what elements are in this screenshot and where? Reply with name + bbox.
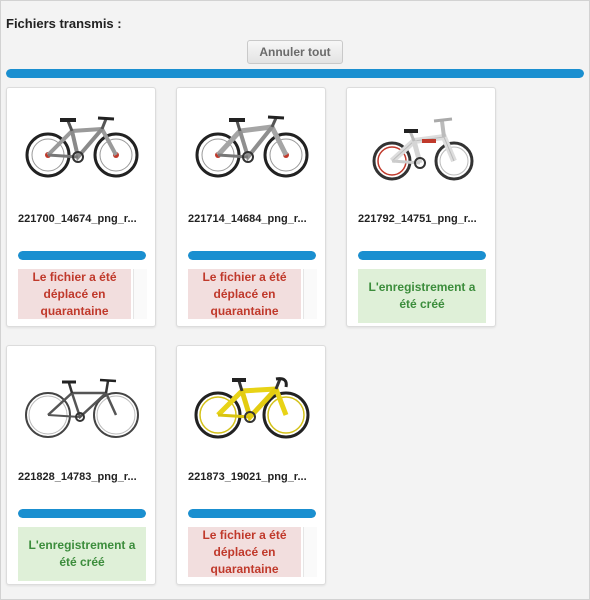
- global-progress-bar: [6, 69, 584, 78]
- file-name: 221828_14783_png_r...: [18, 471, 137, 483]
- global-progress-fill: [6, 69, 584, 78]
- file-progress-bar: [188, 509, 316, 518]
- file-card: 221714_14684_png_r... Le fichier a été d…: [176, 87, 326, 327]
- cancel-all-button[interactable]: Annuler tout: [247, 40, 343, 64]
- mountain-bike-gray-icon: [182, 94, 322, 204]
- file-card: 221828_14783_png_r... L'enregistrement a…: [6, 345, 156, 585]
- file-progress-bar: [188, 251, 316, 260]
- mountain-bike-gray-icon: [12, 94, 152, 204]
- file-progress-fill: [18, 251, 146, 260]
- file-progress-bar: [18, 509, 146, 518]
- file-name: 221700_14674_png_r...: [18, 213, 137, 225]
- status-message-error: Le fichier a été déplacé en quarantaine: [18, 269, 131, 319]
- file-progress-fill: [358, 251, 486, 260]
- file-card: 221873_19021_png_r... Le fichier a été d…: [176, 345, 326, 585]
- city-bike-black-icon: [12, 352, 152, 462]
- bmx-bike-white-icon: [352, 94, 492, 204]
- page-title: Fichiers transmis :: [6, 16, 122, 31]
- status-scroll-edge: [303, 269, 317, 319]
- file-progress-bar: [18, 251, 146, 260]
- upload-panel: Fichiers transmis : Annuler tout 221700_…: [0, 0, 590, 600]
- status-message-error: Le fichier a été déplacé en quarantaine: [188, 527, 301, 577]
- file-progress-fill: [188, 251, 316, 260]
- file-name: 221873_19021_png_r...: [188, 471, 307, 483]
- file-progress-fill: [18, 509, 146, 518]
- file-progress-fill: [188, 509, 316, 518]
- status-message-success: L'enregistrement a été créé: [18, 527, 146, 581]
- file-card: 221700_14674_png_r... Le fichier a été d…: [6, 87, 156, 327]
- file-card: 221792_14751_png_r... L'enregistrement a…: [346, 87, 496, 327]
- road-bike-yellow-icon: [182, 352, 322, 462]
- file-name: 221792_14751_png_r...: [358, 213, 477, 225]
- file-progress-bar: [358, 251, 486, 260]
- file-name: 221714_14684_png_r...: [188, 213, 307, 225]
- status-scroll-edge: [303, 527, 317, 577]
- status-message-success: L'enregistrement a été créé: [358, 269, 486, 323]
- status-scroll-edge: [133, 269, 147, 319]
- status-message-error: Le fichier a été déplacé en quarantaine: [188, 269, 301, 319]
